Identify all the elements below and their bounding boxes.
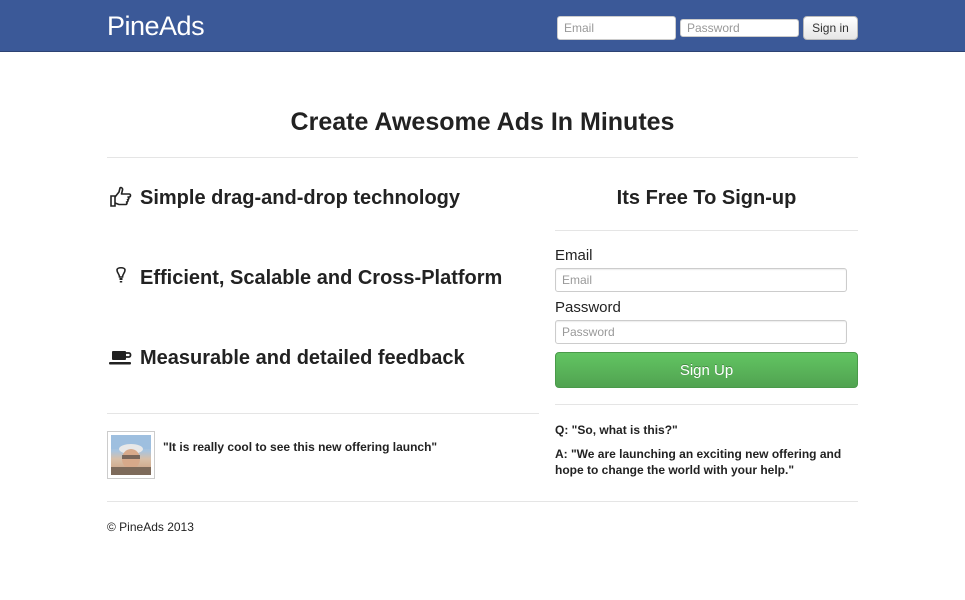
divider [107, 413, 539, 414]
feature-text: Measurable and detailed feedback [140, 346, 465, 369]
divider [555, 404, 858, 405]
signup-button[interactable]: Sign Up [555, 352, 858, 388]
divider [555, 230, 858, 231]
lightbulb-icon [107, 266, 135, 290]
divider [107, 501, 858, 502]
avatar [107, 431, 155, 479]
password-label: Password [555, 299, 621, 316]
header-password-input[interactable] [680, 19, 799, 37]
feature-item-scalable: Efficient, Scalable and Cross-Platform [107, 263, 502, 293]
divider [107, 157, 858, 158]
feature-text: Efficient, Scalable and Cross-Platform [140, 266, 503, 289]
feature-text: Simple drag-and-drop technology [140, 186, 461, 209]
testimonial-quote: "It is really cool to see this new offer… [163, 440, 438, 454]
signin-button[interactable]: Sign in [803, 16, 858, 40]
hand-pointing-icon [107, 186, 135, 210]
header-email-input[interactable] [557, 16, 676, 40]
signup-email-field[interactable] [555, 268, 847, 292]
faq-question: Q: "So, what is this?" [555, 423, 678, 437]
brand-logo[interactable]: PineAds [107, 11, 205, 42]
feature-item-feedback: Measurable and detailed feedback [107, 343, 465, 373]
page-title: Create Awesome Ads In Minutes [290, 108, 675, 136]
faq-answer: A: "We are launching an exciting new off… [555, 447, 842, 477]
feature-item-drag-drop: Simple drag-and-drop technology [107, 183, 460, 213]
footer-copyright: © PineAds 2013 [107, 520, 194, 534]
signup-title: Its Free To Sign-up [616, 187, 797, 209]
coffee-cup-icon [107, 346, 135, 370]
top-navbar: PineAds Sign in [0, 0, 965, 52]
email-label: Email [555, 247, 593, 264]
signup-password-field[interactable] [555, 320, 847, 344]
